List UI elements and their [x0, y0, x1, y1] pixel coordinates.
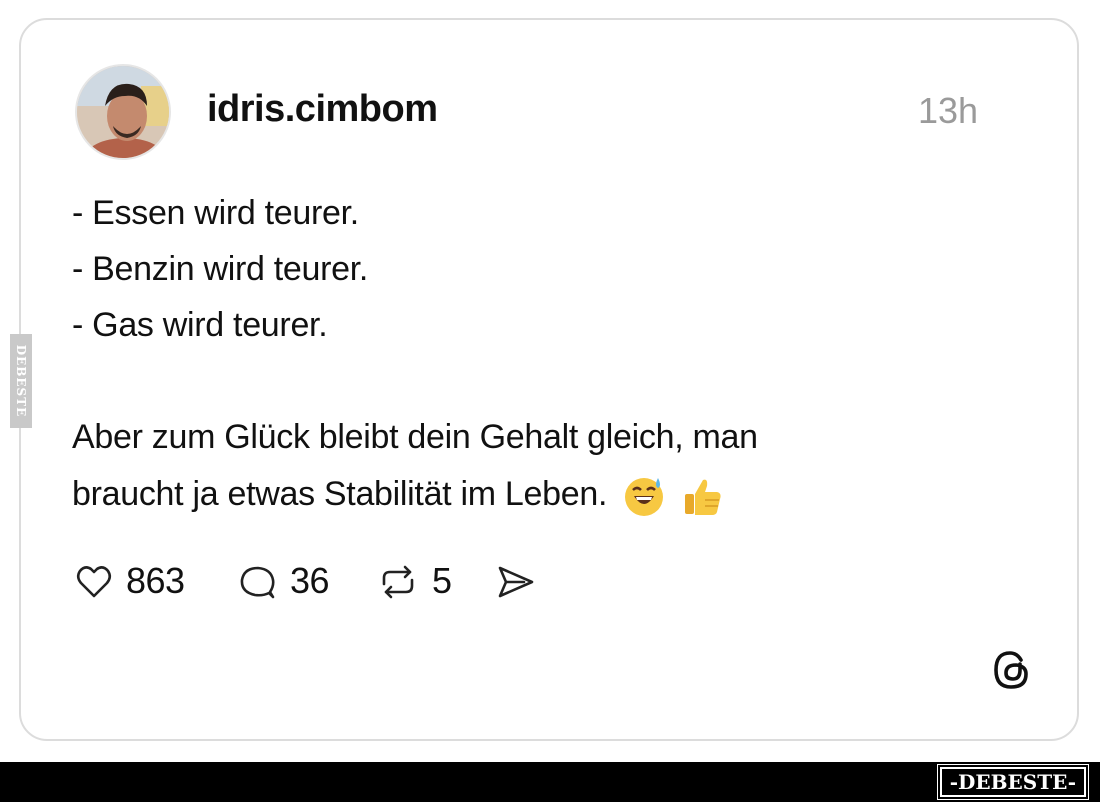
like-count: 863	[126, 560, 185, 601]
grinning-sweat-emoji	[625, 478, 664, 516]
side-watermark-text: DEBESTE	[14, 344, 28, 418]
post-text-line: - Benzin wird teurer.	[72, 250, 369, 288]
footer-brand: -DEBESTE-	[936, 764, 1090, 800]
send-icon	[498, 566, 534, 598]
avatar-image	[77, 66, 169, 158]
repost-icon	[382, 565, 414, 599]
threads-logo-icon[interactable]	[988, 646, 1036, 694]
side-watermark: DEBESTE	[10, 334, 32, 428]
comment-count: 36	[290, 560, 330, 601]
username[interactable]: idris.cimbom	[207, 88, 438, 131]
footer-bar: -DEBESTE-	[0, 762, 1100, 802]
post-text-last-line: braucht ja etwas Stabilität im Leben.	[72, 474, 725, 518]
post-text-line: - Essen wird teurer.	[72, 194, 359, 232]
comment-bubble-icon	[240, 566, 275, 599]
heart-icon	[76, 566, 112, 598]
avatar[interactable]	[75, 64, 171, 160]
repost-count: 5	[432, 560, 452, 601]
post-text-line: - Gas wird teurer.	[72, 306, 328, 344]
post-text-line: Aber zum Glück bleibt dein Gehalt gleich…	[72, 418, 758, 456]
post-text-line: braucht ja etwas Stabilität im Leben.	[72, 474, 608, 513]
timestamp: 13h	[918, 90, 979, 131]
thumbs-up-emoji	[685, 479, 721, 515]
